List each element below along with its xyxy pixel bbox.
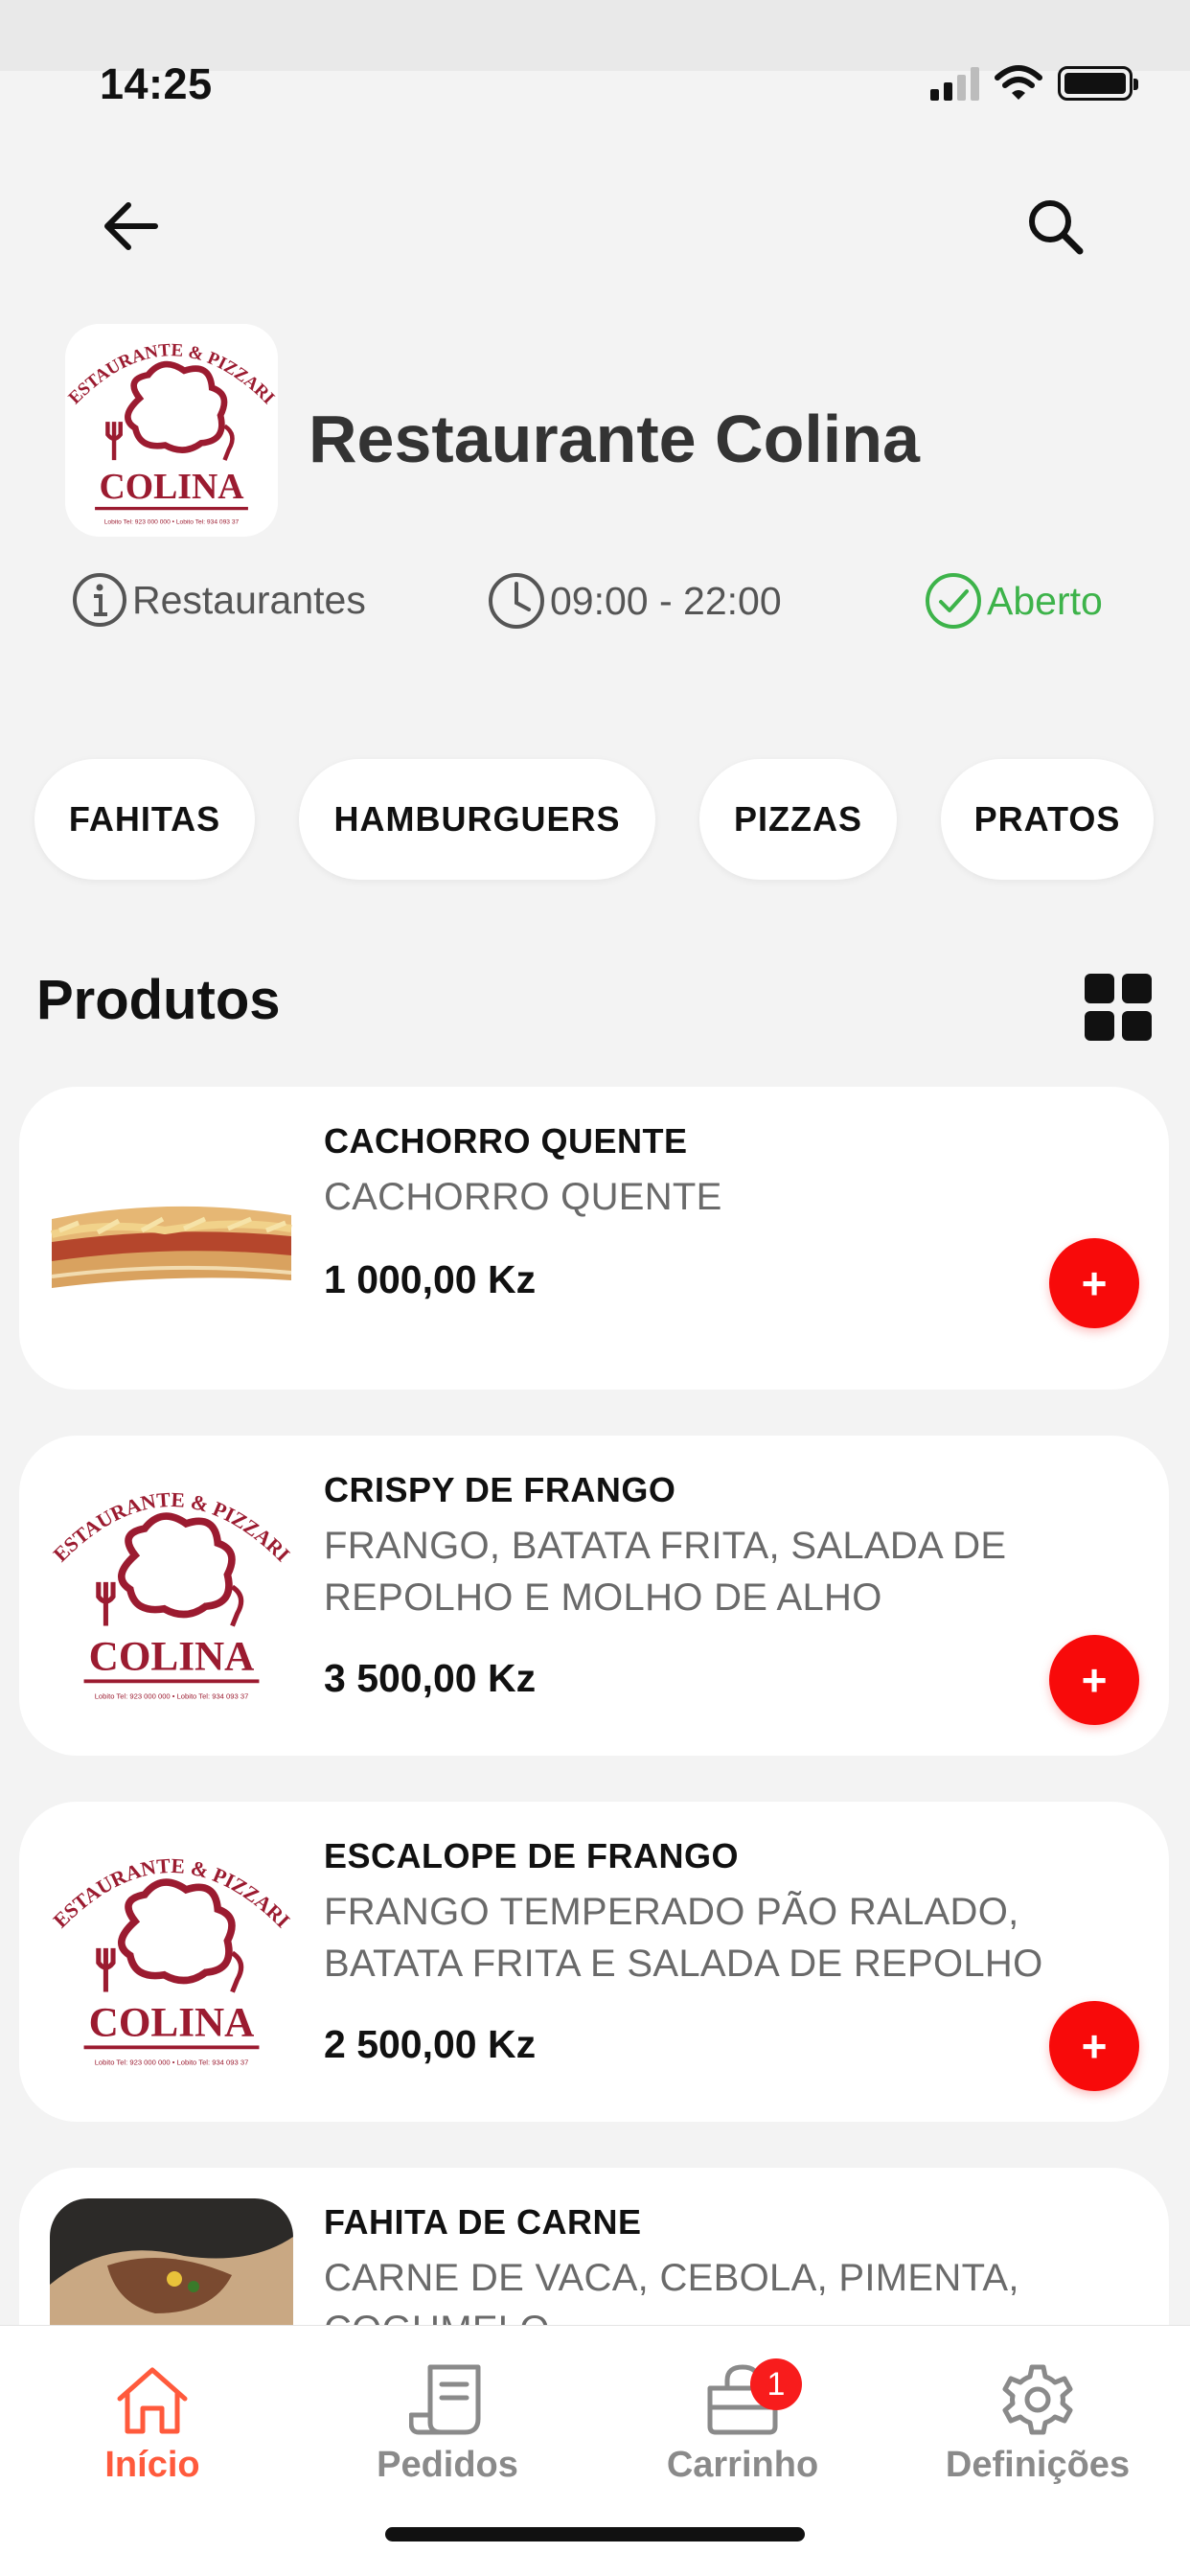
arrow-left-icon [104,202,158,250]
tab-label: Carrinho [666,2445,819,2485]
signal-icon [930,66,979,101]
tab-definicoes[interactable]: Definições [889,2326,1186,2498]
product-name: ESCALOPE DE FRANGO [324,1836,740,1875]
svg-text:COLINA: COLINA [89,2000,255,2045]
store-hours: 09:00 - 22:00 [487,571,782,631]
store-category: Restaurantes [71,571,366,629]
cart-badge: 1 [750,2358,802,2410]
product-description: FRANGO, BATATA FRITA, SALADA DE REPOLHO … [324,1525,1007,1619]
store-logo: RESTAURANTE & PIZZARIA COLINA Lobito Tel… [65,324,278,537]
hot-dog-image [50,1116,293,1359]
category-chip-fahitas[interactable]: FAHITAS [34,759,255,880]
status-bar: 14:25 [0,58,1190,115]
bottom-tab-bar: Início Pedidos 1 Carrinho Definições [0,2325,1190,2576]
svg-text:COLINA: COLINA [100,467,244,507]
add-to-cart-button[interactable]: + [1049,1238,1139,1328]
svg-text:Lobito Tel: 923 000 000 • Lobi: Lobito Tel: 923 000 000 • Lobito Tel: 93… [95,2058,249,2067]
colina-logo-image: RESTAURANTE & PIZZARIA COLINA Lobito Tel… [50,1470,293,1714]
category-chip-pratos[interactable]: PRATOS [941,759,1154,880]
search-button[interactable] [1020,192,1089,261]
tab-pedidos[interactable]: Pedidos [299,2326,596,2498]
gear-icon [1001,2358,1074,2441]
product-description: FRANGO TEMPERADO PÃO RALADO, BATATA FRIT… [324,1891,1043,1985]
svg-text:Lobito Tel: 923 000 000 • Lobi: Lobito Tel: 923 000 000 • Lobito Tel: 93… [104,519,240,526]
info-icon [73,573,126,627]
tab-inicio[interactable]: Início [4,2326,301,2498]
products-title: Produtos [36,969,281,1031]
status-time: 14:25 [100,59,213,108]
product-name: CACHORRO QUENTE [324,1121,688,1161]
store-hours-label: 09:00 - 22:00 [550,578,782,623]
receipt-icon [409,2358,486,2441]
product-price: 1 000,00 Kz [324,1257,537,1301]
product-name: CRISPY DE FRANGO [324,1470,676,1509]
grid-view-icon[interactable] [1085,974,1152,1041]
back-button[interactable] [96,192,165,261]
add-to-cart-button[interactable]: + [1049,2001,1139,2091]
store-meta: Restaurantes 09:00 - 22:00 Aberto [0,571,1190,634]
product-card[interactable]: RESTAURANTE & PIZZARIA COLINA Lobito Tel… [19,1436,1169,1756]
store-status: Aberto [924,571,1103,631]
wifi-icon [995,65,1042,100]
colina-logo-image: RESTAURANTE & PIZZARIA COLINA Lobito Tel… [50,1836,293,2080]
status-icons [930,65,1138,102]
category-chip-pizzas[interactable]: PIZZAS [699,759,897,880]
search-icon [1029,200,1084,255]
product-price: 3 500,00 Kz [324,1656,537,1700]
store-name: Restaurante Colina [309,402,920,476]
category-chip-hamburguers[interactable]: HAMBURGUERS [299,759,655,880]
add-to-cart-button[interactable]: + [1049,1635,1139,1725]
check-circle-icon [926,573,981,629]
tab-label: Início [104,2445,200,2485]
store-status-label: Aberto [987,578,1103,623]
store-category-label: Restaurantes [132,577,366,622]
tab-carrinho[interactable]: 1 Carrinho [594,2326,891,2498]
product-card[interactable]: RESTAURANTE & PIZZARIA COLINA Lobito Tel… [19,1802,1169,2122]
clock-icon [489,573,544,629]
tab-label: Pedidos [377,2445,518,2485]
product-price: 2 500,00 Kz [324,2022,537,2066]
battery-icon [1058,66,1138,101]
svg-text:COLINA: COLINA [89,1634,255,1679]
svg-text:Lobito Tel: 923 000 000 • Lobi: Lobito Tel: 923 000 000 • Lobito Tel: 93… [95,1692,249,1701]
cart-bag-icon: 1 [704,2358,802,2441]
product-card[interactable]: CACHORRO QUENTE CACHORRO QUENTE 1 000,00… [19,1087,1169,1390]
home-icon [114,2358,191,2441]
product-name: FAHITA DE CARNE [324,2202,642,2242]
home-indicator [385,2527,805,2542]
product-description: CACHORRO QUENTE [324,1176,722,1218]
tab-label: Definições [945,2445,1131,2485]
category-chips: FAHITAS HAMBURGUERS PIZZAS PRATOS [0,759,1190,880]
